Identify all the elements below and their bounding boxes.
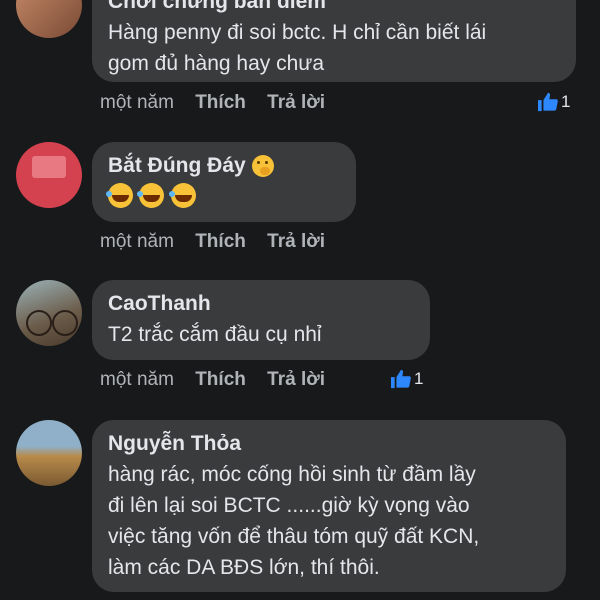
comment-text-line: việc tăng vốn để thâu tóm quỹ đất KCN, [108,525,480,548]
comment-time[interactable]: một năm [100,92,174,113]
comment-bubble: Bắt Đúng Đáy [92,142,356,222]
comment-author[interactable]: Bắt Đúng Đáy [108,154,246,177]
comment-author[interactable]: Nguyễn Thỏa [108,429,550,459]
thumbs-up-icon [538,92,558,112]
avatar[interactable] [16,420,82,486]
comment-text-line: gom đủ hàng hay chưa [108,52,325,75]
reply-button[interactable]: Trả lời [267,92,325,113]
comment-author-row: Bắt Đúng Đáy [108,151,340,181]
avatar[interactable] [16,0,82,38]
avatar[interactable] [16,280,82,346]
reply-button[interactable]: Trả lời [267,231,325,252]
comment-text-line: đi lên lại soi BCTC ......giờ kỳ vọng và… [108,494,470,517]
comment-author[interactable]: CaoThanh [108,289,414,319]
bicycle-wheel-icon [26,310,52,336]
comment-bubble: Chơi chứng bán điếm Hàng penny đi soi bc… [92,0,576,82]
thumbs-up-icon [391,369,411,389]
like-button[interactable]: Thích [195,369,246,390]
rofl-emoji-icon [168,183,196,208]
hand-over-mouth-emoji-icon [251,155,274,178]
like-button[interactable]: Thích [195,231,246,252]
avatar[interactable] [16,142,82,208]
comment-author[interactable]: Chơi chứng bán điếm [108,0,560,17]
reaction-count[interactable]: 1 [390,369,423,389]
comment-bubble: Nguyễn Thỏa hàng rác, móc cống hồi sinh … [92,420,566,592]
comment-time[interactable]: một năm [100,231,174,252]
rofl-emoji-icon [137,183,165,208]
comment-text-line: Hàng penny đi soi bctc. H chỉ cần biết l… [108,21,487,44]
bicycle-wheel-icon [52,310,78,336]
rofl-emoji-icon [106,183,133,208]
comment-meta: một năm Thích Trả lời [100,369,341,391]
like-button[interactable]: Thích [195,92,246,113]
reaction-count-value: 1 [414,369,424,388]
comment-meta: một năm Thích Trả lời [100,231,341,253]
comment-meta: một năm Thích Trả lời [100,92,341,114]
reaction-count-value: 1 [561,92,571,111]
comment-text-line: làm các DA BĐS lớn, thí thôi. [108,556,380,579]
reply-button[interactable]: Trả lời [267,369,325,390]
avatar-logo-icon [32,156,66,178]
comment-text-line: hàng rác, móc cống hồi sinh từ đầm lầy [108,463,476,486]
comment-text-line: T2 trắc cắm đầu cụ nhỉ [108,323,322,346]
comment-bubble: CaoThanh T2 trắc cắm đầu cụ nhỉ [92,280,430,360]
comment-time[interactable]: một năm [100,369,174,390]
reaction-count[interactable]: 1 [537,92,570,112]
emoji-line [106,183,340,208]
